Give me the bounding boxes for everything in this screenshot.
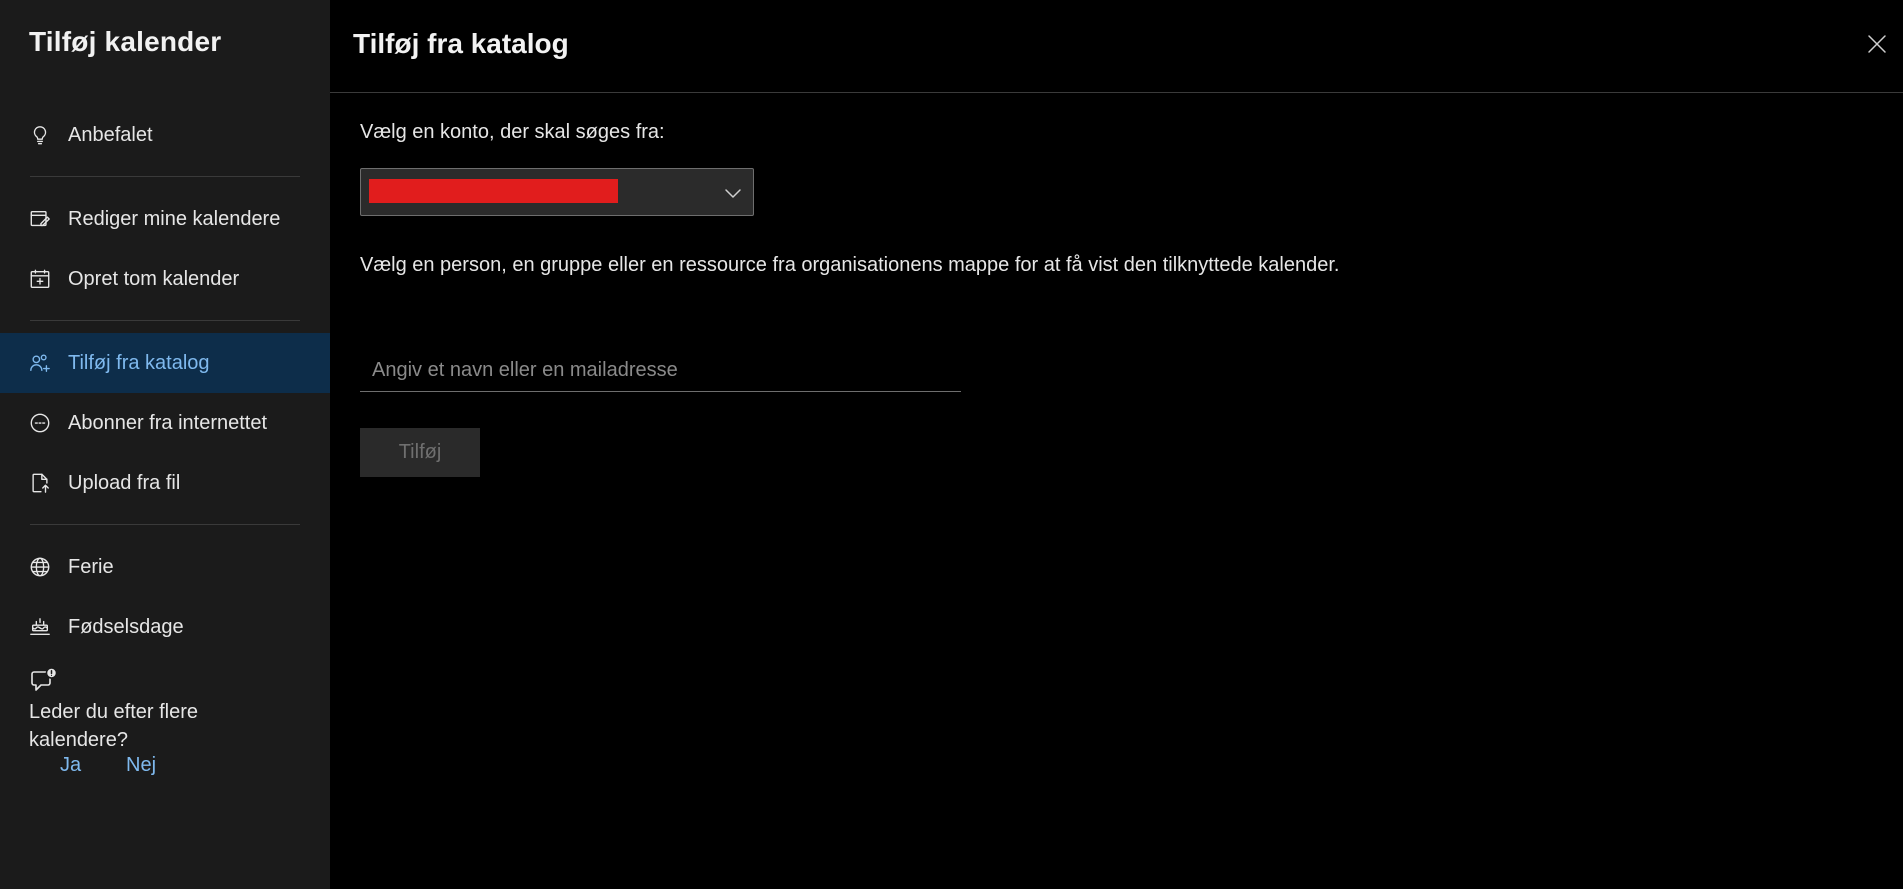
sidebar: Tilføj kalender Anbefalet Rediger mine k… xyxy=(0,0,330,889)
people-add-icon xyxy=(28,351,52,375)
sidebar-divider xyxy=(30,524,300,525)
feedback-yes-link[interactable]: Ja xyxy=(60,754,81,777)
sidebar-divider xyxy=(30,320,300,321)
sidebar-divider xyxy=(30,176,300,177)
chevron-down-icon xyxy=(723,183,743,203)
redacted-account xyxy=(369,179,618,203)
sidebar-item-label: Anbefalet xyxy=(68,123,153,146)
sidebar-item-add-from-directory[interactable]: Tilføj fra katalog xyxy=(0,333,330,393)
main-panel: Tilføj fra katalog Vælg en konto, der sk… xyxy=(330,0,1903,889)
sidebar-item-label: Abonner fra internettet xyxy=(68,411,268,434)
feedback-no-link[interactable]: Nej xyxy=(126,754,156,777)
cake-icon xyxy=(28,615,52,639)
page-title: Tilføj fra katalog xyxy=(353,28,569,59)
add-button[interactable]: Tilføj xyxy=(360,428,480,477)
lightbulb-icon xyxy=(28,123,52,147)
main-header: Tilføj fra katalog xyxy=(330,0,1903,93)
directory-description: Vælg en person, en gruppe eller en resso… xyxy=(360,254,1340,276)
sidebar-item-label: Ferie xyxy=(68,555,114,578)
account-label: Vælg en konto, der skal søges fra: xyxy=(360,121,665,143)
sidebar-item-label: Upload fra fil xyxy=(68,471,181,494)
sidebar-item-edit-calendars[interactable]: Rediger mine kalendere xyxy=(0,189,330,249)
feedback-question: Leder du efter flere kalendere? xyxy=(29,701,198,751)
sidebar-item-label: Rediger mine kalendere xyxy=(68,207,281,230)
close-icon xyxy=(1868,35,1886,53)
feedback-icon xyxy=(30,666,60,696)
calendar-add-icon xyxy=(28,267,52,291)
sidebar-item-holidays[interactable]: Ferie xyxy=(0,537,330,597)
close-button[interactable] xyxy=(1865,32,1889,56)
sidebar-item-recommended[interactable]: Anbefalet xyxy=(0,105,330,165)
globe-icon xyxy=(28,555,52,579)
sidebar-item-upload-from-file[interactable]: Upload fra fil xyxy=(0,453,330,513)
sidebar-title: Tilføj kalender xyxy=(29,26,222,57)
sidebar-item-label: Opret tom kalender xyxy=(68,267,240,290)
subscribe-icon xyxy=(28,411,52,435)
add-calendar-dialog: Tilføj kalender Anbefalet Rediger mine k… xyxy=(0,0,1903,889)
sidebar-item-label: Tilføj fra katalog xyxy=(68,351,210,374)
search-field xyxy=(360,350,961,392)
search-input[interactable] xyxy=(360,350,961,391)
sidebar-item-label: Fødselsdage xyxy=(68,615,184,638)
edit-calendar-icon xyxy=(28,207,52,231)
sidebar-item-subscribe-from-web[interactable]: Abonner fra internettet xyxy=(0,393,330,453)
sidebar-item-birthdays[interactable]: Fødselsdage xyxy=(0,597,330,657)
sidebar-item-create-blank-calendar[interactable]: Opret tom kalender xyxy=(0,249,330,309)
file-upload-icon xyxy=(28,471,52,495)
account-dropdown[interactable] xyxy=(360,168,754,216)
